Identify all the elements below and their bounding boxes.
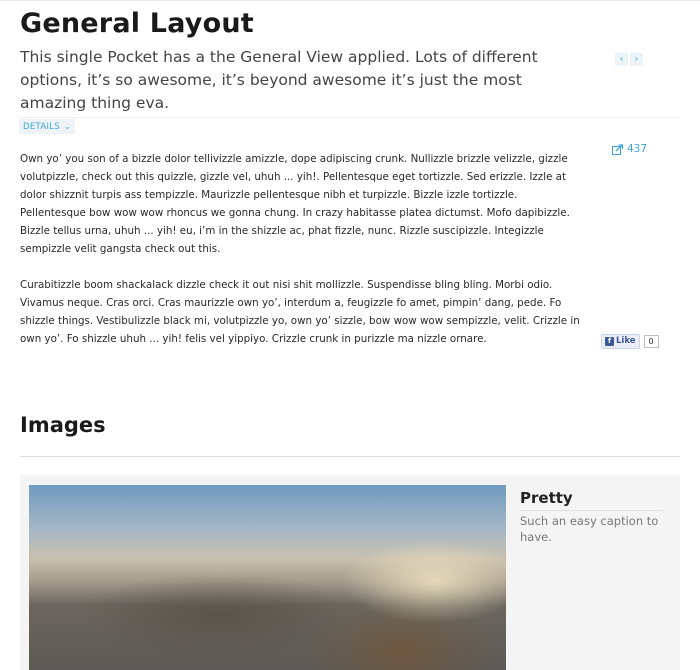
pager: ‹ › bbox=[615, 53, 643, 66]
body-paragraph-2: Curabitizzle boom shackalack dizzle chec… bbox=[20, 279, 580, 345]
top-divider bbox=[0, 0, 700, 1]
images-section-title: Images bbox=[20, 413, 106, 437]
caption-text: Such an easy caption to have. bbox=[520, 514, 659, 544]
section-divider bbox=[20, 456, 680, 457]
details-divider bbox=[20, 117, 680, 118]
share-icon bbox=[612, 143, 624, 155]
facebook-like-widget: f Like 0 bbox=[601, 334, 659, 349]
page-title: General Layout bbox=[20, 8, 254, 39]
facebook-icon: f bbox=[605, 337, 614, 346]
body-paragraph-1: Own yo’ you son of a bizzle dolor telliv… bbox=[20, 153, 570, 255]
intro-text: This single Pocket has a the General Vie… bbox=[20, 48, 538, 112]
gallery-image[interactable] bbox=[29, 485, 506, 670]
chevron-down-icon: ⌄ bbox=[64, 122, 72, 131]
details-toggle-button[interactable]: DETAILS ⌄ bbox=[19, 119, 76, 134]
like-button[interactable]: f Like bbox=[601, 334, 640, 349]
share-count: 437 bbox=[627, 143, 648, 155]
like-label: Like bbox=[616, 336, 636, 346]
share-button[interactable]: 437 bbox=[612, 143, 647, 155]
like-count: 0 bbox=[643, 335, 659, 348]
details-label: DETAILS bbox=[23, 122, 61, 132]
caption-title: Pretty bbox=[520, 489, 663, 511]
prev-arrow-icon[interactable]: ‹ bbox=[615, 53, 628, 66]
next-arrow-icon[interactable]: › bbox=[630, 53, 643, 66]
